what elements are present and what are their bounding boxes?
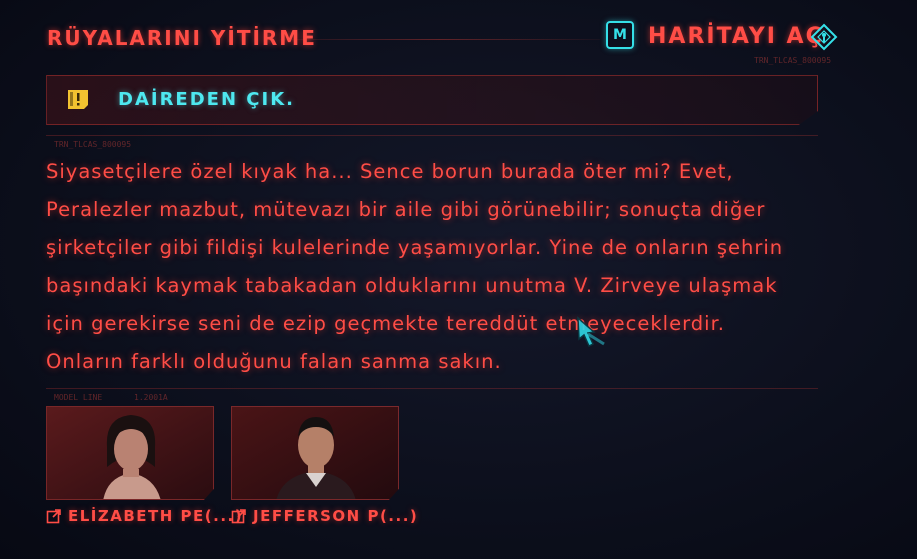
- message-line: için gerekirse seni de ezip geçmekte ter…: [46, 312, 725, 335]
- map-key-hint[interactable]: M: [606, 21, 634, 49]
- message-line: şirketçiler gibi fildişi kulelerinde yaş…: [46, 236, 784, 259]
- contact-name: JEFFERSON P(...): [253, 507, 419, 525]
- message-line: Onların farklı olduğunu falan sanma sakı…: [46, 350, 502, 373]
- quest-objective-icon: [68, 90, 88, 109]
- external-link-icon: [46, 509, 61, 524]
- external-link-icon: [231, 509, 246, 524]
- model-version-tag: 1.2001A: [134, 393, 168, 402]
- contact-link-jefferson[interactable]: JEFFERSON P(...): [231, 507, 418, 525]
- debug-tag: TRN_TLCAS_800095: [54, 140, 132, 149]
- section-divider: [46, 135, 818, 136]
- message-line: başındaki kaymak tabakadan olduklarını u…: [46, 274, 778, 297]
- contact-portrait-jefferson[interactable]: [231, 406, 399, 500]
- section-divider: [46, 388, 818, 389]
- pointer-cursor-icon: [577, 316, 605, 348]
- contact-name: ELİZABETH PE(...): [68, 507, 244, 525]
- objective-text: DAİREDEN ÇIK.: [118, 89, 295, 110]
- debug-tag: TRN_TLCAS_800095: [754, 56, 832, 65]
- contact-link-elizabeth[interactable]: ELİZABETH PE(...): [46, 507, 243, 525]
- map-marker-diamond-icon[interactable]: [810, 23, 838, 51]
- message-line: Peralezler mazbut, mütevazı bir aile gib…: [46, 198, 766, 221]
- message-line: Siyasetçilere özel kıyak ha... Sence bor…: [46, 160, 734, 183]
- quest-title: RÜYALARINI YİTİRME: [47, 26, 317, 50]
- model-line-tag: MODEL LINE: [54, 393, 103, 402]
- open-map-button[interactable]: HARİTAYI AÇ: [648, 24, 824, 49]
- contact-portrait-elizabeth[interactable]: [46, 406, 214, 500]
- header-divider: [280, 39, 600, 40]
- message-body: Siyasetçilere özel kıyak ha... Sence bor…: [46, 153, 816, 381]
